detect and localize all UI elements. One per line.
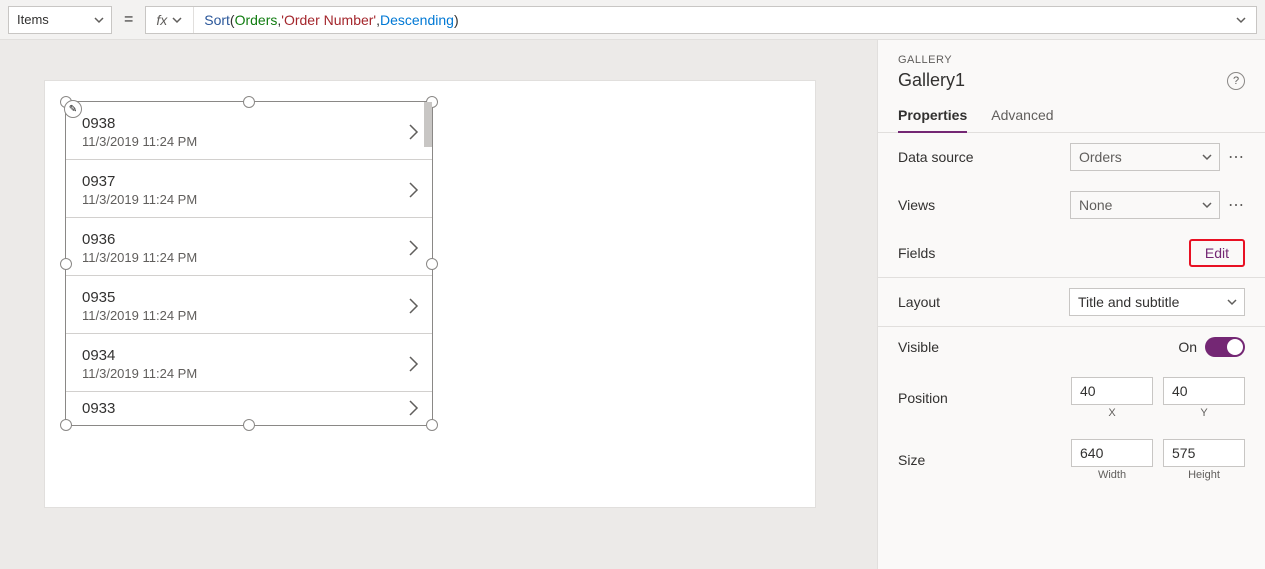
prop-label: Position: [898, 390, 948, 406]
prop-visible: Visible On: [878, 327, 1265, 367]
list-item[interactable]: 0937 11/3/2019 11:24 PM: [66, 160, 432, 218]
prop-position: Position X Y: [878, 367, 1265, 429]
properties-list: Data source Orders ⋯ Views None ⋯: [878, 133, 1265, 569]
chevron-right-icon: [406, 296, 420, 316]
tab-advanced[interactable]: Advanced: [991, 107, 1053, 132]
properties-panel: GALLERY Gallery1 ? Properties Advanced D…: [877, 40, 1265, 569]
main-area: ✎ 0938 11/3/2019 11:24 PM: [0, 40, 1265, 569]
list-item-title: 0934: [82, 347, 197, 364]
list-item-subtitle: 11/3/2019 11:24 PM: [82, 192, 197, 207]
position-y-input[interactable]: [1163, 377, 1245, 405]
chevron-down-icon: [1235, 14, 1247, 26]
prop-label: Visible: [898, 339, 939, 355]
toggle-state-label: On: [1178, 339, 1197, 355]
formula-input-group: fx Sort( Orders, 'Order Number', Descend…: [145, 6, 1257, 34]
list-item-title: 0938: [82, 115, 197, 132]
property-selector-label: Items: [17, 12, 49, 27]
more-options-icon[interactable]: ⋯: [1228, 147, 1245, 167]
formula-expand-button[interactable]: [1226, 7, 1256, 33]
app-canvas[interactable]: ✎ 0938 11/3/2019 11:24 PM: [44, 80, 816, 508]
prop-label: Fields: [898, 245, 935, 261]
chevron-down-icon: [171, 14, 183, 26]
help-icon[interactable]: ?: [1227, 72, 1245, 90]
input-caption: Y: [1200, 407, 1207, 419]
fx-button[interactable]: fx: [146, 7, 194, 33]
list-item-title: 0933: [82, 400, 115, 417]
fields-edit-button[interactable]: Edit: [1189, 239, 1245, 267]
formula-input[interactable]: Sort( Orders, 'Order Number', Descending…: [194, 7, 1226, 33]
prop-data-source: Data source Orders ⋯: [878, 133, 1265, 181]
input-caption: Height: [1188, 469, 1220, 481]
more-options-icon[interactable]: ⋯: [1228, 195, 1245, 215]
views-dropdown[interactable]: None: [1070, 191, 1220, 219]
control-name[interactable]: Gallery1: [898, 70, 965, 91]
list-item-subtitle: 11/3/2019 11:24 PM: [82, 134, 197, 149]
panel-tabs: Properties Advanced: [878, 107, 1265, 133]
list-item-title: 0935: [82, 289, 197, 306]
chevron-down-icon: [1201, 199, 1213, 211]
position-x-input[interactable]: [1071, 377, 1153, 405]
chevron-right-icon: [406, 398, 420, 418]
input-caption: X: [1108, 407, 1115, 419]
formula-token-datasource: Orders: [235, 12, 278, 28]
visible-toggle[interactable]: [1205, 337, 1245, 357]
gallery-body: 0938 11/3/2019 11:24 PM 0937 11/3/2019 1…: [66, 102, 432, 425]
list-item[interactable]: 0934 11/3/2019 11:24 PM: [66, 334, 432, 392]
formula-token-enum: Descending: [380, 12, 454, 28]
layout-dropdown[interactable]: Title and subtitle: [1069, 288, 1245, 316]
list-item[interactable]: 0933: [66, 392, 432, 422]
prop-label: Size: [898, 452, 925, 468]
formula-bar: Items = fx Sort( Orders, 'Order Number',…: [0, 0, 1265, 40]
prop-views: Views None ⋯: [878, 181, 1265, 229]
edit-pencil-icon[interactable]: ✎: [64, 100, 82, 118]
chevron-right-icon: [406, 238, 420, 258]
size-width-input[interactable]: [1071, 439, 1153, 467]
gallery-control[interactable]: ✎ 0938 11/3/2019 11:24 PM: [65, 101, 433, 426]
fx-label: fx: [156, 12, 167, 28]
list-item-title: 0936: [82, 231, 197, 248]
list-item-subtitle: 11/3/2019 11:24 PM: [82, 250, 197, 265]
prop-label: Views: [898, 197, 935, 213]
chevron-right-icon: [406, 180, 420, 200]
list-item[interactable]: 0936 11/3/2019 11:24 PM: [66, 218, 432, 276]
prop-label: Data source: [898, 149, 973, 165]
prop-label: Layout: [898, 294, 940, 310]
control-type-label: GALLERY: [898, 54, 1245, 66]
input-caption: Width: [1098, 469, 1126, 481]
property-selector[interactable]: Items: [8, 6, 112, 34]
tab-properties[interactable]: Properties: [898, 107, 967, 133]
chevron-down-icon: [1226, 296, 1238, 308]
formula-token-string: 'Order Number': [281, 12, 376, 28]
chevron-right-icon: [406, 122, 420, 142]
list-item-subtitle: 11/3/2019 11:24 PM: [82, 366, 197, 381]
formula-token-function: Sort: [204, 12, 230, 28]
equals-sign: =: [120, 11, 137, 29]
list-item-subtitle: 11/3/2019 11:24 PM: [82, 308, 197, 323]
chevron-down-icon: [1201, 151, 1213, 163]
chevron-right-icon: [406, 354, 420, 374]
prop-layout: Layout Title and subtitle: [878, 278, 1265, 327]
prop-fields: Fields Edit: [878, 229, 1265, 278]
list-item-title: 0937: [82, 173, 197, 190]
list-item[interactable]: 0938 11/3/2019 11:24 PM: [66, 102, 432, 160]
canvas-wrapper: ✎ 0938 11/3/2019 11:24 PM: [0, 40, 877, 569]
panel-header: GALLERY Gallery1 ?: [878, 40, 1265, 91]
size-height-input[interactable]: [1163, 439, 1245, 467]
toggle-knob: [1227, 339, 1243, 355]
data-source-dropdown[interactable]: Orders: [1070, 143, 1220, 171]
list-item[interactable]: 0935 11/3/2019 11:24 PM: [66, 276, 432, 334]
prop-size: Size Width Height: [878, 429, 1265, 491]
chevron-down-icon: [93, 14, 105, 26]
scrollbar[interactable]: [424, 102, 432, 147]
